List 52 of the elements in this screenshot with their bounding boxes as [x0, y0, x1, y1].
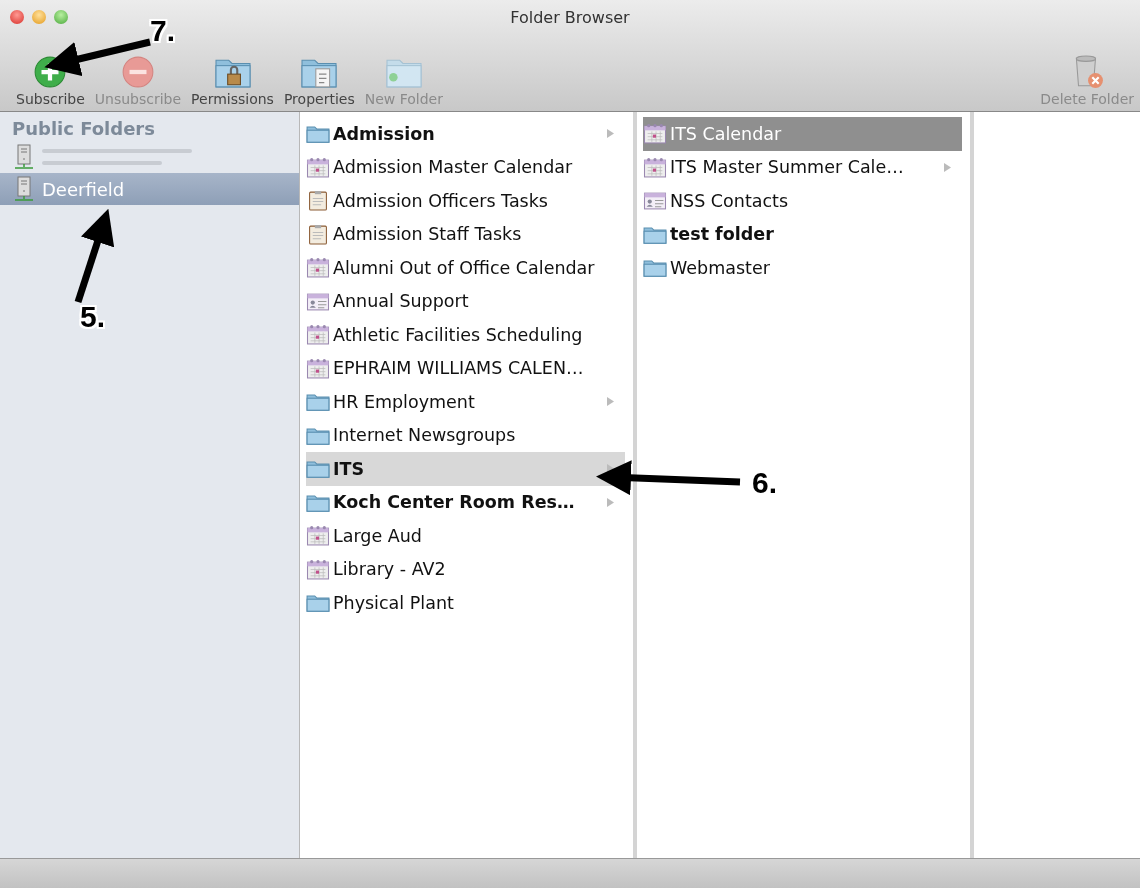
address-card-icon: [643, 190, 667, 212]
calendar-icon: [306, 324, 330, 346]
folder-item[interactable]: Large Aud: [306, 519, 625, 553]
calendar-icon: [643, 156, 667, 178]
calendar-icon: [643, 123, 667, 145]
step-number: 6.: [752, 466, 778, 500]
folder-icon: [306, 123, 330, 145]
folder-icon: [306, 391, 330, 413]
disclosure-triangle-icon: [606, 128, 615, 140]
folder-item[interactable]: Athletic Facilities Scheduling: [306, 318, 625, 352]
toolbar-button[interactable]: Properties: [281, 55, 357, 107]
folder-item[interactable]: Annual Support: [306, 284, 625, 318]
folder-icon: [306, 592, 330, 614]
folder-item[interactable]: Alumni Out of Office Calendar: [306, 251, 625, 285]
folder-item[interactable]: Webmaster: [643, 251, 962, 285]
folder-item[interactable]: Admission Master Calendar: [306, 150, 625, 184]
step-number: 5.: [80, 300, 106, 334]
clipboard-icon: [306, 190, 330, 212]
folder-item[interactable]: HR Employment: [306, 385, 625, 419]
folder-item[interactable]: Admission Staff Tasks: [306, 217, 625, 251]
server-icon: [14, 176, 34, 202]
calendar-icon: [306, 525, 330, 547]
calendar-icon: [306, 257, 330, 279]
disclosure-triangle-icon: [606, 496, 615, 508]
folder-item[interactable]: Koch Center Room Res…: [306, 485, 625, 519]
folder-item[interactable]: Physical Plant: [306, 586, 625, 620]
folder-item[interactable]: Admission: [306, 117, 625, 151]
folder-item[interactable]: ITS Master Summer Cale…: [643, 150, 962, 184]
clipboard-icon: [306, 223, 330, 245]
calendar-icon: [306, 357, 330, 379]
minimize-button[interactable]: [32, 10, 46, 24]
toolbar-button[interactable]: Permissions: [189, 55, 276, 107]
close-button[interactable]: [10, 10, 24, 24]
sidebar-header: Public Folders: [11, 118, 156, 141]
window-title: Folder Browser: [510, 7, 630, 27]
folder-item[interactable]: Admission Officers Tasks: [306, 184, 625, 218]
folder-item[interactable]: test folder: [643, 217, 962, 251]
folder-item[interactable]: EPHRAIM WILLIAMS CALEN…: [306, 351, 625, 385]
step-number: 7.: [150, 14, 176, 48]
disclosure-triangle-icon: [943, 161, 952, 173]
folder-item[interactable]: NSS Contacts: [643, 184, 962, 218]
disclosure-triangle-icon: [606, 396, 615, 408]
calendar-icon: [306, 558, 330, 580]
toolbar-button[interactable]: Subscribe: [14, 55, 87, 107]
zoom-button[interactable]: [54, 10, 68, 24]
folder-item[interactable]: Internet Newsgroups: [306, 418, 625, 452]
folder-icon: [306, 458, 330, 480]
folder-item[interactable]: Library - AV2: [306, 552, 625, 586]
folder-item[interactable]: ITS: [306, 452, 625, 486]
server-icon: [14, 144, 34, 170]
calendar-icon: [306, 156, 330, 178]
folder-icon: [643, 257, 667, 279]
